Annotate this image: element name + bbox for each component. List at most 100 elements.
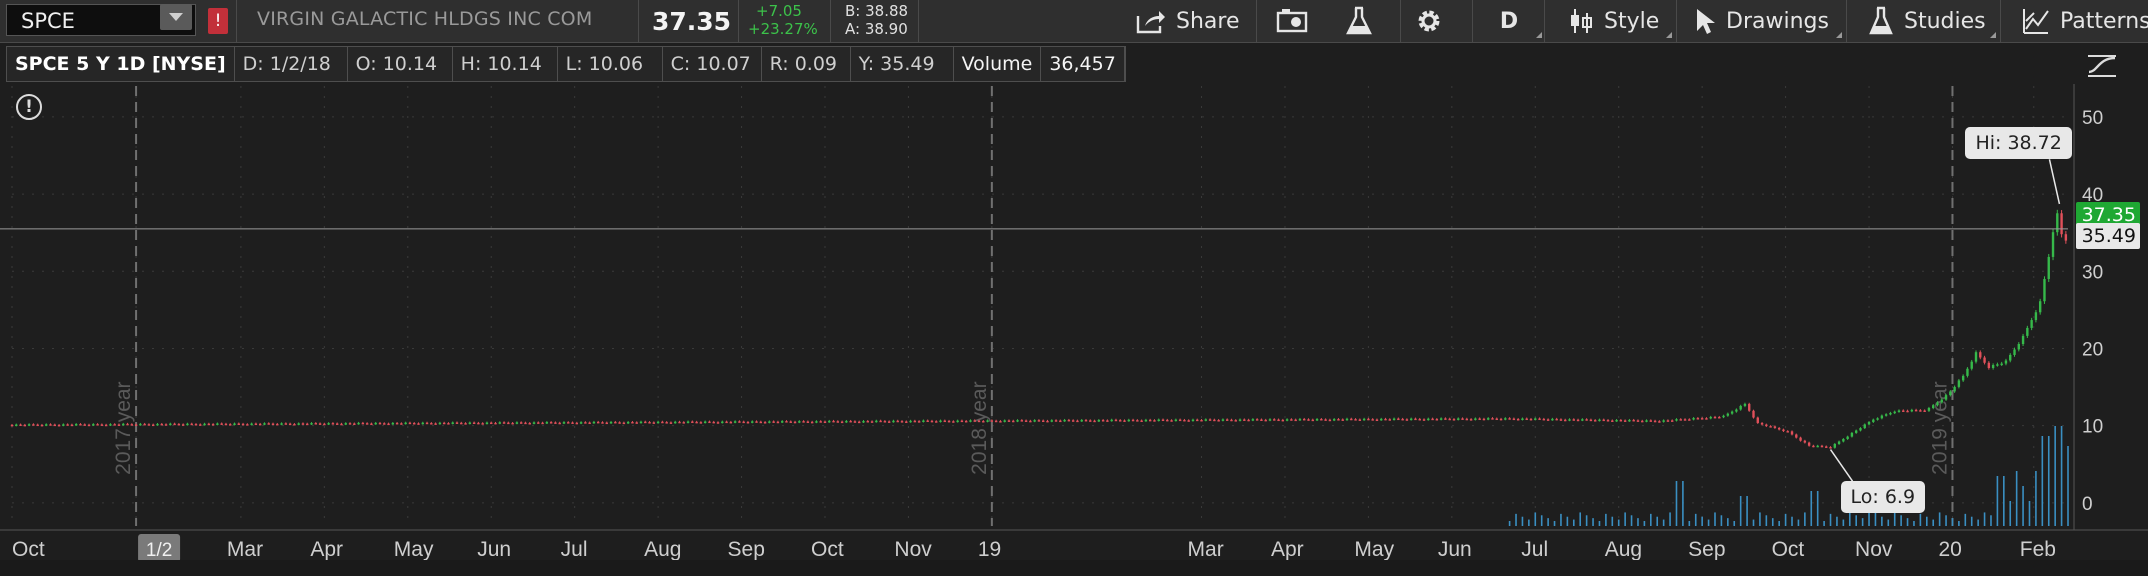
price-candle <box>1136 420 1139 422</box>
price-candle <box>1251 419 1255 421</box>
price-candle <box>626 421 630 424</box>
volume-bar <box>1605 513 1607 526</box>
price-candle <box>1084 419 1088 422</box>
settings-button[interactable] <box>1414 0 1454 42</box>
drawings-button[interactable]: Drawings <box>1694 0 1844 42</box>
bottom-scroll-bar[interactable] <box>0 560 2148 576</box>
price-candle <box>1290 419 1293 421</box>
x-tick-label: Apr <box>1271 538 1304 560</box>
price-candle <box>1298 418 1302 421</box>
price-candle <box>1221 419 1225 421</box>
period-label: D <box>1499 8 1519 34</box>
share-button[interactable]: Share <box>1136 0 1240 42</box>
price-candle <box>1653 420 1657 423</box>
price-candle <box>1238 419 1242 421</box>
price-candle <box>2038 301 2042 313</box>
price-candle <box>1371 419 1374 421</box>
price-candle <box>1679 419 1682 421</box>
style-button[interactable]: Style <box>1568 0 1674 42</box>
price-candle <box>1110 419 1113 422</box>
price-candle <box>755 421 758 423</box>
price-candle <box>1414 418 1417 421</box>
volume-bar <box>1784 513 1787 526</box>
price-candle <box>1392 418 1396 421</box>
price-candle <box>400 423 403 425</box>
price-candle <box>1140 420 1143 422</box>
price-candle <box>1833 443 1837 448</box>
study-toggle-icon[interactable] <box>2084 46 2120 82</box>
price-candle <box>1585 419 1588 421</box>
experiment-button[interactable] <box>1344 0 1384 42</box>
price-candle <box>1516 419 1520 421</box>
price-candle <box>682 422 685 424</box>
price-candle <box>1700 418 1704 420</box>
price-candle <box>49 424 52 426</box>
price-candle <box>1285 419 1289 421</box>
y-tick-label: 0 <box>2082 494 2093 515</box>
price-candle <box>973 420 976 422</box>
alert-icon[interactable]: ! <box>208 8 228 34</box>
price-candle <box>181 424 185 426</box>
price-candle <box>952 421 955 423</box>
price-candle <box>1499 418 1503 421</box>
price-candle <box>1012 420 1015 423</box>
price-candle <box>1444 418 1447 420</box>
price-chart[interactable]: 01020304050Oct 1/2 Mar Apr May Jun Jul Aug Sep Oc… <box>0 84 2148 560</box>
separator <box>918 0 919 42</box>
price-candle <box>370 423 373 426</box>
price-candle <box>1397 418 1400 421</box>
price-candle <box>1217 420 1220 422</box>
price-candle <box>100 424 104 426</box>
price-candle <box>845 420 848 423</box>
x-tick-label: Sep <box>1688 538 1725 560</box>
price-candle <box>1033 420 1036 422</box>
price-candle <box>1803 440 1807 443</box>
period-selector[interactable]: D <box>1474 0 1544 42</box>
volume-bar <box>1727 518 1729 526</box>
price-candle <box>1037 420 1041 422</box>
price-candle <box>314 423 318 425</box>
price-candle <box>1983 357 1986 363</box>
price-candle <box>1230 419 1233 422</box>
price-candle <box>1872 419 1875 422</box>
price-candle <box>1345 418 1349 421</box>
price-candle <box>1773 426 1777 428</box>
price-candle <box>1799 437 1802 441</box>
price-candle <box>913 420 917 423</box>
year-label: 2019 year <box>1928 381 1951 474</box>
price-candle <box>1628 419 1631 422</box>
chart-background <box>0 84 2148 560</box>
price-candle <box>1234 420 1237 422</box>
price-candle <box>1059 420 1062 423</box>
symbol-dropdown-button[interactable] <box>160 4 192 30</box>
price-candle <box>1461 418 1464 420</box>
studies-button[interactable]: Studies <box>1868 0 1998 42</box>
volume-bar <box>1643 521 1646 526</box>
price-candle <box>1944 395 1948 400</box>
price-candle <box>1478 418 1481 420</box>
price-candle <box>977 420 981 423</box>
price-candle <box>1615 419 1618 422</box>
price-candle <box>216 423 219 425</box>
price-candle <box>186 423 189 426</box>
price-candle <box>104 424 108 427</box>
price-candle <box>190 423 193 426</box>
price-candle <box>1825 446 1828 448</box>
patterns-button[interactable]: Patterns <box>2022 0 2148 42</box>
chart-symbol-period[interactable]: SPCE 5 Y 1D [NYSE] <box>7 47 235 81</box>
ask-price: A: 38.90 <box>845 20 908 38</box>
snapshot-button[interactable] <box>1276 0 1318 42</box>
price-candle <box>40 424 44 427</box>
price-candle <box>1452 419 1456 421</box>
x-tick-label: May <box>1354 538 1394 560</box>
price-candle <box>1658 421 1661 423</box>
price-candle <box>1897 410 1901 412</box>
price-candle <box>1050 420 1053 422</box>
info-warning-icon[interactable]: ! <box>16 94 42 120</box>
price-candle <box>1448 418 1451 421</box>
price-candle <box>1046 420 1049 423</box>
price-candle <box>1315 418 1319 421</box>
price-candle <box>708 421 711 424</box>
price-candle <box>1722 415 1725 418</box>
price-candle <box>1782 429 1785 432</box>
